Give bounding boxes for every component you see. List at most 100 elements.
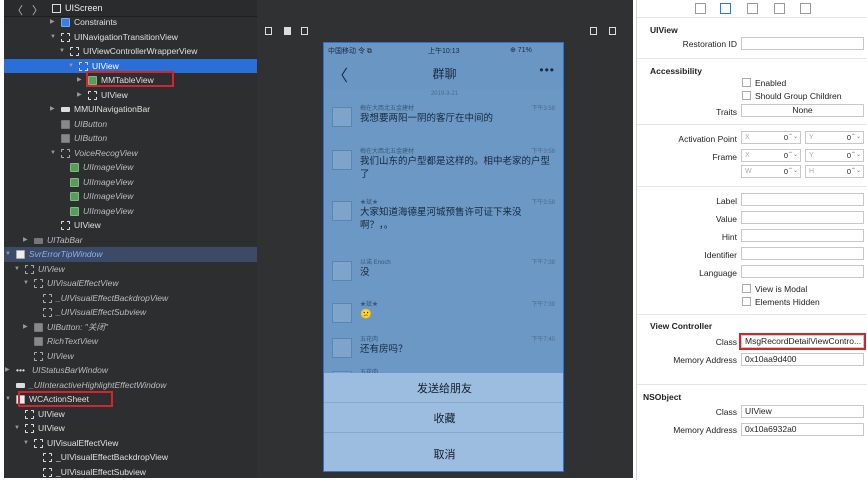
disclosure-expanded-icon[interactable]: ▼	[68, 59, 74, 74]
hierarchy-row[interactable]: _UIVisualEffectSubview	[4, 465, 257, 479]
sliders-inspector-icon[interactable]	[747, 3, 758, 14]
frame-width[interactable]: W 0 ⌃⌄	[741, 165, 801, 178]
frame-x[interactable]: X 0 ⌃⌄	[741, 149, 801, 162]
disclosure-collapsed-icon[interactable]: ▶	[77, 73, 82, 88]
object-inspector-icon[interactable]	[720, 3, 731, 14]
hierarchy-row[interactable]: _UIInteractiveHighlightEffectWindow	[4, 378, 257, 393]
hierarchy-row[interactable]: RichTextView	[4, 334, 257, 349]
identifier-field[interactable]	[741, 247, 864, 260]
hierarchy-row[interactable]: ▼ UIView	[4, 58, 257, 74]
hierarchy-row-label: _UIInteractiveHighlightEffectWindow	[29, 379, 167, 390]
vc-class-label: Class	[715, 337, 737, 347]
avatar[interactable]	[332, 338, 352, 358]
hierarchy-row[interactable]: ▶ UIView	[4, 88, 257, 103]
file-inspector-icon[interactable]	[695, 3, 706, 14]
fill-toggle-icon[interactable]	[284, 27, 291, 35]
disclosure-collapsed-icon[interactable]: ▶	[50, 102, 55, 117]
activation-point-y[interactable]: Y 0 ⌃⌄	[805, 131, 864, 144]
hierarchy-row[interactable]: ▼ VoiceRecogView	[4, 146, 257, 161]
disclosure-expanded-icon[interactable]: ▼	[50, 30, 56, 45]
favorite-option[interactable]: 收藏	[324, 405, 563, 433]
hierarchy-row[interactable]: UIImageView	[4, 160, 257, 175]
hierarchy-row[interactable]: ▶ MMUINavigationBar	[4, 102, 257, 117]
frame-height[interactable]: H 0 ⌃⌄	[805, 165, 864, 178]
view-type-icon	[34, 438, 43, 448]
avatar[interactable]	[332, 201, 352, 221]
message-text: 还有房吗？	[360, 344, 408, 355]
hierarchy-row[interactable]: ▼ SvrErrorTipWindow	[4, 247, 257, 262]
layer-inspector-icon[interactable]	[800, 3, 811, 14]
view-type-icon	[70, 192, 79, 201]
hierarchy-row[interactable]: ▼ UIView	[4, 421, 257, 436]
hierarchy-row[interactable]: _UIVisualEffectBackdropView	[4, 450, 257, 465]
vc-memory-address-field[interactable]: 0x10aa9d400	[741, 353, 864, 366]
hierarchy-row[interactable]: ▶ UITabBar	[4, 233, 257, 248]
hierarchy-row[interactable]: UIButton	[4, 131, 257, 146]
disclosure-expanded-icon[interactable]: ▼	[5, 392, 11, 407]
frame-toggle-icon[interactable]	[265, 27, 272, 35]
disclosure-expanded-icon[interactable]: ▼	[23, 276, 29, 291]
group-children-checkbox[interactable]	[742, 91, 751, 100]
activation-point-x[interactable]: X 0 ⌃⌄	[741, 131, 801, 144]
disclosure-collapsed-icon[interactable]: ▶	[23, 320, 28, 335]
ns-class-field[interactable]: UIView	[741, 405, 864, 418]
avatar[interactable]	[332, 150, 352, 170]
label-field[interactable]	[741, 193, 864, 206]
disclosure-expanded-icon[interactable]: ▼	[59, 44, 65, 59]
hierarchy-row[interactable]: ▼ UIVisualEffectView	[4, 276, 257, 291]
avatar[interactable]	[332, 261, 352, 281]
hierarchy-row[interactable]: ▶ MMTableView	[4, 73, 257, 88]
hierarchy-row[interactable]: ▼ UIViewControllerWrapperView	[4, 44, 257, 59]
disclosure-expanded-icon[interactable]: ▼	[14, 421, 20, 436]
value-field[interactable]	[741, 211, 864, 224]
phone-screen-render[interactable]: 中国移动 令 ⧉ 上午10:13 ⊕ 71% 〈 群聊 ••• 2019-3-2…	[323, 42, 564, 472]
disclosure-collapsed-icon[interactable]: ▶	[77, 88, 82, 103]
disclosure-collapsed-icon[interactable]: ▶	[50, 15, 55, 30]
hierarchy-row[interactable]: ▼ UIVisualEffectView	[4, 436, 257, 451]
frame-y[interactable]: Y 0 ⌃⌄	[805, 149, 864, 162]
disclosure-collapsed-icon[interactable]: ▶	[5, 363, 10, 378]
status-carrier: 中国移动 令 ⧉	[328, 48, 372, 55]
hierarchy-row[interactable]: _UIVisualEffectSubview	[4, 305, 257, 320]
disclosure-expanded-icon[interactable]: ▼	[23, 436, 29, 451]
size-inspector-icon[interactable]	[774, 3, 785, 14]
hierarchy-row-label: MMTableView	[101, 75, 154, 85]
disclosure-expanded-icon[interactable]: ▼	[14, 262, 20, 277]
hierarchy-row[interactable]: UIView	[4, 407, 257, 422]
hierarchy-row[interactable]: ▶ UIButton: "关闭"	[4, 320, 257, 335]
hierarchy-row[interactable]: UIButton	[4, 117, 257, 132]
left-panel-toggle-icon[interactable]	[590, 27, 597, 35]
hierarchy-row[interactable]: _UIVisualEffectBackdropView	[4, 291, 257, 306]
hierarchy-row[interactable]: ▶ Constraints	[4, 15, 257, 30]
hierarchy-row[interactable]: UIImageView	[4, 189, 257, 204]
language-field[interactable]	[741, 265, 864, 278]
ns-memory-address-field[interactable]: 0x10a6932a0	[741, 423, 864, 436]
traits-dropdown[interactable]: None	[741, 104, 864, 117]
more-options-icon[interactable]: •••	[539, 63, 555, 77]
wireframe-toggle-icon[interactable]	[301, 27, 308, 35]
hierarchy-row[interactable]: UIView	[4, 218, 257, 233]
disclosure-collapsed-icon[interactable]: ▶	[23, 233, 28, 248]
enabled-checkbox[interactable]	[742, 78, 751, 87]
hierarchy-row[interactable]: UIView	[4, 349, 257, 364]
hierarchy-row[interactable]: UIImageView	[4, 204, 257, 219]
chat-message-list[interactable]: 2019-3-21 梅在大西北五金建材 下午3:58 我想要两阳一阴的客厅在中间的梅…	[324, 89, 563, 441]
hierarchy-row[interactable]: UIImageView	[4, 175, 257, 190]
avatar[interactable]	[332, 303, 352, 323]
elements-hidden-checkbox[interactable]	[742, 297, 751, 306]
view-is-modal-checkbox[interactable]	[742, 284, 751, 293]
cancel-option[interactable]: 取消	[324, 441, 563, 469]
right-panel-toggle-icon[interactable]	[609, 27, 616, 35]
vc-class-field[interactable]: MsgRecordDetailViewContro...	[741, 335, 864, 348]
hierarchy-row[interactable]: ▶ ••• UIStatusBarWindow	[4, 363, 257, 378]
disclosure-expanded-icon[interactable]: ▼	[50, 146, 56, 161]
chat-navigation-bar: 〈 群聊 •••	[324, 57, 563, 89]
restoration-id-field[interactable]	[741, 37, 864, 50]
hierarchy-row[interactable]: ▼ UINavigationTransitionView	[4, 30, 257, 45]
hierarchy-row[interactable]: ▼ WCActionSheet	[4, 392, 257, 407]
avatar[interactable]	[332, 107, 352, 127]
hierarchy-row[interactable]: ▼ UIView	[4, 262, 257, 277]
disclosure-expanded-icon[interactable]: ▼	[5, 247, 11, 262]
hint-field[interactable]	[741, 229, 864, 242]
send-to-friend-option[interactable]: 发送给朋友	[324, 375, 563, 403]
